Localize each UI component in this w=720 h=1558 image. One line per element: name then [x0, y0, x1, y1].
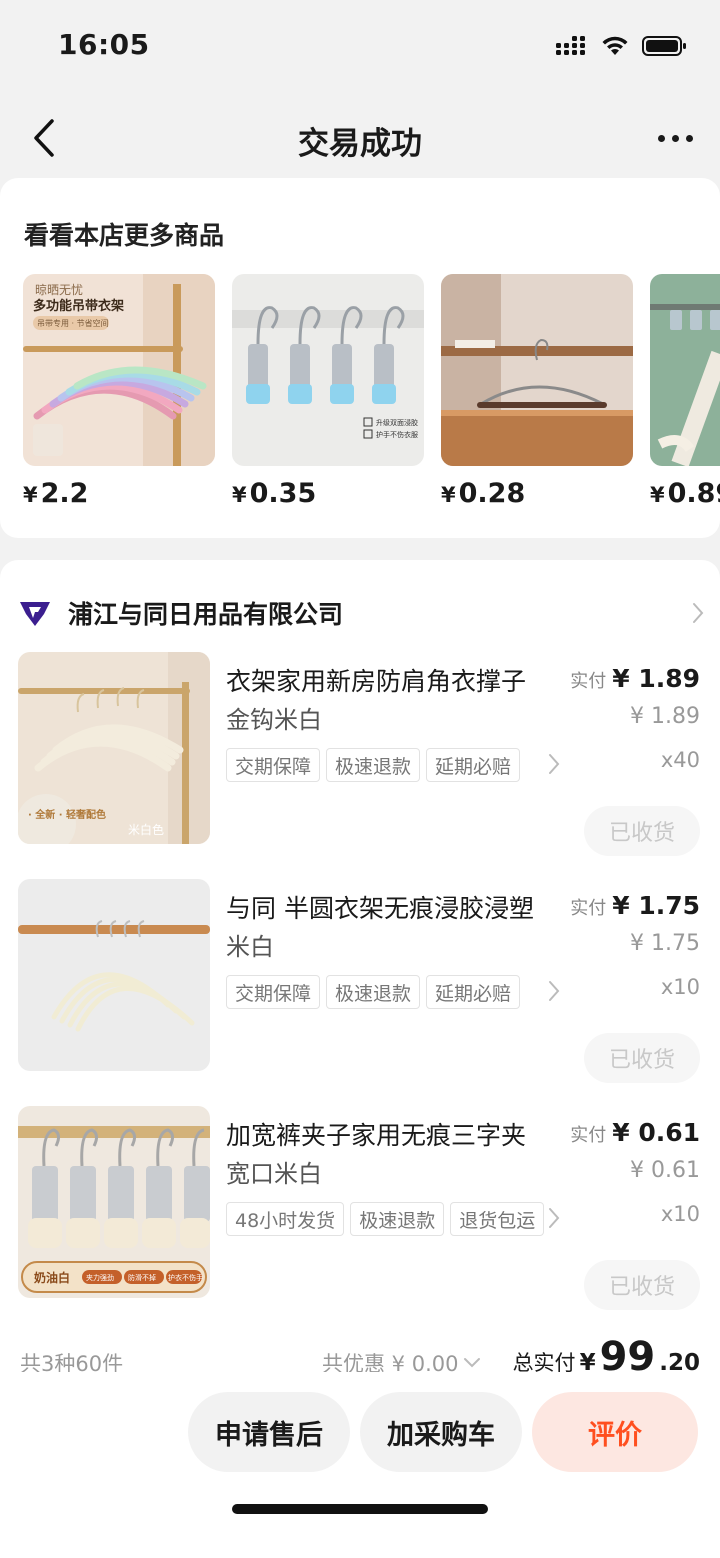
wifi-icon — [602, 36, 628, 55]
paid-value: ¥ 1.75 — [612, 891, 700, 920]
order-item: · 全新 · 轻奢配色 米白色 衣架家用新房防肩角衣撑子 金钩米白 交期保障 极… — [18, 652, 708, 856]
image-caption: 防滑不掉 — [128, 1273, 156, 1282]
item-sku: 金钩米白 — [226, 706, 322, 734]
page-title: 交易成功 — [298, 126, 422, 162]
more-dot-icon — [685, 134, 693, 142]
recommend-title: 看看本店更多商品 — [24, 221, 225, 250]
item-sku: 宽口米白 — [226, 1160, 322, 1188]
item-original-price: ¥ 0.61 — [630, 1158, 700, 1183]
order-item: 奶油白 夹力强劲 防滑不掉 护衣不伤手 加宽裤夹子家用无痕三字夹 宽口米白 48… — [18, 1106, 708, 1310]
recommend-item[interactable]: 晾晒无忧 多功能吊带衣架 吊带专用 · 节省空间 ¥2.2 — [23, 274, 215, 514]
more-button[interactable] — [650, 116, 700, 160]
item-paid: 实付 ¥ 1.89 — [570, 664, 700, 693]
item-quantity: x40 — [660, 748, 700, 772]
image-caption: 升级双面浸胶 — [376, 418, 418, 427]
product-image: 升级双面浸胶 护手不伤衣服 — [232, 274, 424, 466]
service-tag: 极速退款 — [350, 1202, 445, 1236]
product-image — [441, 274, 633, 466]
more-dot-icon — [671, 134, 679, 142]
bottom-action-bar: 申请售后 加采购车 评价 — [0, 1372, 720, 1558]
recommend-item[interactable]: ¥0.28 — [441, 274, 633, 514]
product-image[interactable] — [18, 879, 210, 1071]
review-button[interactable]: 评价 — [532, 1392, 698, 1472]
recommend-section: 看看本店更多商品 晾晒无忧 多功能吊带衣架 吊带专用 · 节省空间 ¥ 2.2 … — [0, 178, 720, 538]
recommend-price: ¥0.89 — [650, 478, 720, 509]
product-image: 晾晒无忧 多功能吊带衣架 吊带专用 · 节省空间 — [23, 274, 215, 466]
product-image — [650, 274, 720, 466]
image-caption: 奶油白 — [34, 1270, 70, 1285]
received-button[interactable]: 已收货 — [584, 1033, 700, 1083]
item-title[interactable]: 衣架家用新房防肩角衣撑子 — [226, 662, 566, 698]
status-bar: 16:05 — [0, 0, 720, 92]
paid-label: 实付 — [570, 898, 607, 919]
item-title[interactable]: 加宽裤夹子家用无痕三字夹 — [226, 1116, 566, 1152]
chevron-right-icon[interactable] — [546, 752, 562, 776]
service-tag: 极速退款 — [326, 975, 421, 1009]
paid-value: ¥ 0.61 — [612, 1118, 700, 1147]
paid-label: 实付 — [570, 1125, 607, 1146]
product-image[interactable]: · 全新 · 轻奢配色 米白色 — [18, 652, 210, 844]
item-original-price: ¥ 1.75 — [630, 931, 700, 956]
order-item: 与同 半圆衣架无痕浸胶浸塑 米白 交期保障 极速退款 延期必赔 实付 ¥ 1.7… — [18, 879, 708, 1083]
signal-icon — [556, 36, 585, 55]
service-tag: 延期必赔 — [426, 975, 521, 1009]
chevron-right-icon[interactable] — [546, 1206, 562, 1230]
item-tags: 交期保障 极速退款 延期必赔 — [226, 975, 556, 1009]
item-original-price: ¥ 1.89 — [630, 704, 700, 729]
received-button[interactable]: 已收货 — [584, 1260, 700, 1310]
chevron-right-icon[interactable] — [546, 979, 562, 1003]
shop-logo-icon — [20, 602, 50, 626]
image-caption: · 全新 · 轻奢配色 — [28, 808, 106, 821]
image-caption: 夹力强劲 — [86, 1273, 114, 1282]
chevron-right-icon — [693, 603, 704, 623]
recommend-list: 晾晒无忧 多功能吊带衣架 吊带专用 · 节省空间 ¥2.2 升级双面浸胶 护手不… — [23, 274, 720, 514]
service-tag: 交期保障 — [226, 748, 321, 782]
item-sku: 米白 — [226, 933, 274, 961]
item-quantity: x10 — [660, 975, 700, 999]
paid-label: 实付 — [570, 671, 607, 692]
order-card: 浦江与同日用品有限公司 · 全新 · 轻奢配色 米白色 衣架家用新房防肩角衣撑子… — [0, 560, 720, 1390]
service-tag: 退货包运 — [450, 1202, 545, 1236]
item-paid: 实付 ¥ 1.75 — [570, 891, 700, 920]
service-tag: 延期必赔 — [426, 748, 521, 782]
image-caption: 多功能吊带衣架 — [33, 298, 124, 314]
paid-value: ¥ 1.89 — [612, 664, 700, 693]
recommend-item[interactable]: ¥0.89 — [650, 274, 720, 514]
chevron-down-icon — [464, 1358, 481, 1368]
item-tags: 48小时发货 极速退款 退货包运 — [226, 1202, 556, 1236]
status-time: 16:05 — [58, 28, 150, 61]
item-quantity: x10 — [660, 1202, 700, 1226]
battery-icon — [642, 36, 686, 56]
received-button[interactable]: 已收货 — [584, 806, 700, 856]
service-tag: 交期保障 — [226, 975, 321, 1009]
shop-name: 浦江与同日用品有限公司 — [68, 600, 344, 629]
image-caption: 米白色 — [128, 822, 164, 837]
item-tags: 交期保障 极速退款 延期必赔 — [226, 748, 556, 782]
image-caption: 护衣不伤手 — [168, 1273, 203, 1282]
service-tag: 极速退款 — [326, 748, 421, 782]
recommend-price: ¥0.28 — [441, 478, 526, 509]
image-caption: 护手不伤衣服 — [376, 430, 418, 439]
after-sale-button[interactable]: 申请售后 — [188, 1392, 350, 1472]
recommend-price: ¥2.2 — [23, 478, 89, 509]
recommend-price: ¥0.35 — [232, 478, 317, 509]
item-paid: 实付 ¥ 0.61 — [570, 1118, 700, 1147]
more-dot-icon — [657, 134, 665, 142]
add-to-cart-button[interactable]: 加采购车 — [360, 1392, 522, 1472]
nav-bar: 交易成功 — [0, 92, 720, 184]
image-caption: 吊带专用 · 节省空间 — [37, 318, 109, 328]
home-indicator[interactable] — [232, 1504, 488, 1514]
service-tag: 48小时发货 — [226, 1202, 345, 1236]
recommend-item[interactable]: 升级双面浸胶 护手不伤衣服 ¥0.35 — [232, 274, 424, 514]
status-icons — [556, 32, 688, 60]
product-image[interactable]: 奶油白 夹力强劲 防滑不掉 护衣不伤手 — [18, 1106, 210, 1298]
shop-header[interactable]: 浦江与同日用品有限公司 — [18, 590, 706, 636]
image-caption: 晾晒无忧 — [35, 282, 83, 297]
item-title[interactable]: 与同 半圆衣架无痕浸胶浸塑 — [226, 889, 566, 925]
